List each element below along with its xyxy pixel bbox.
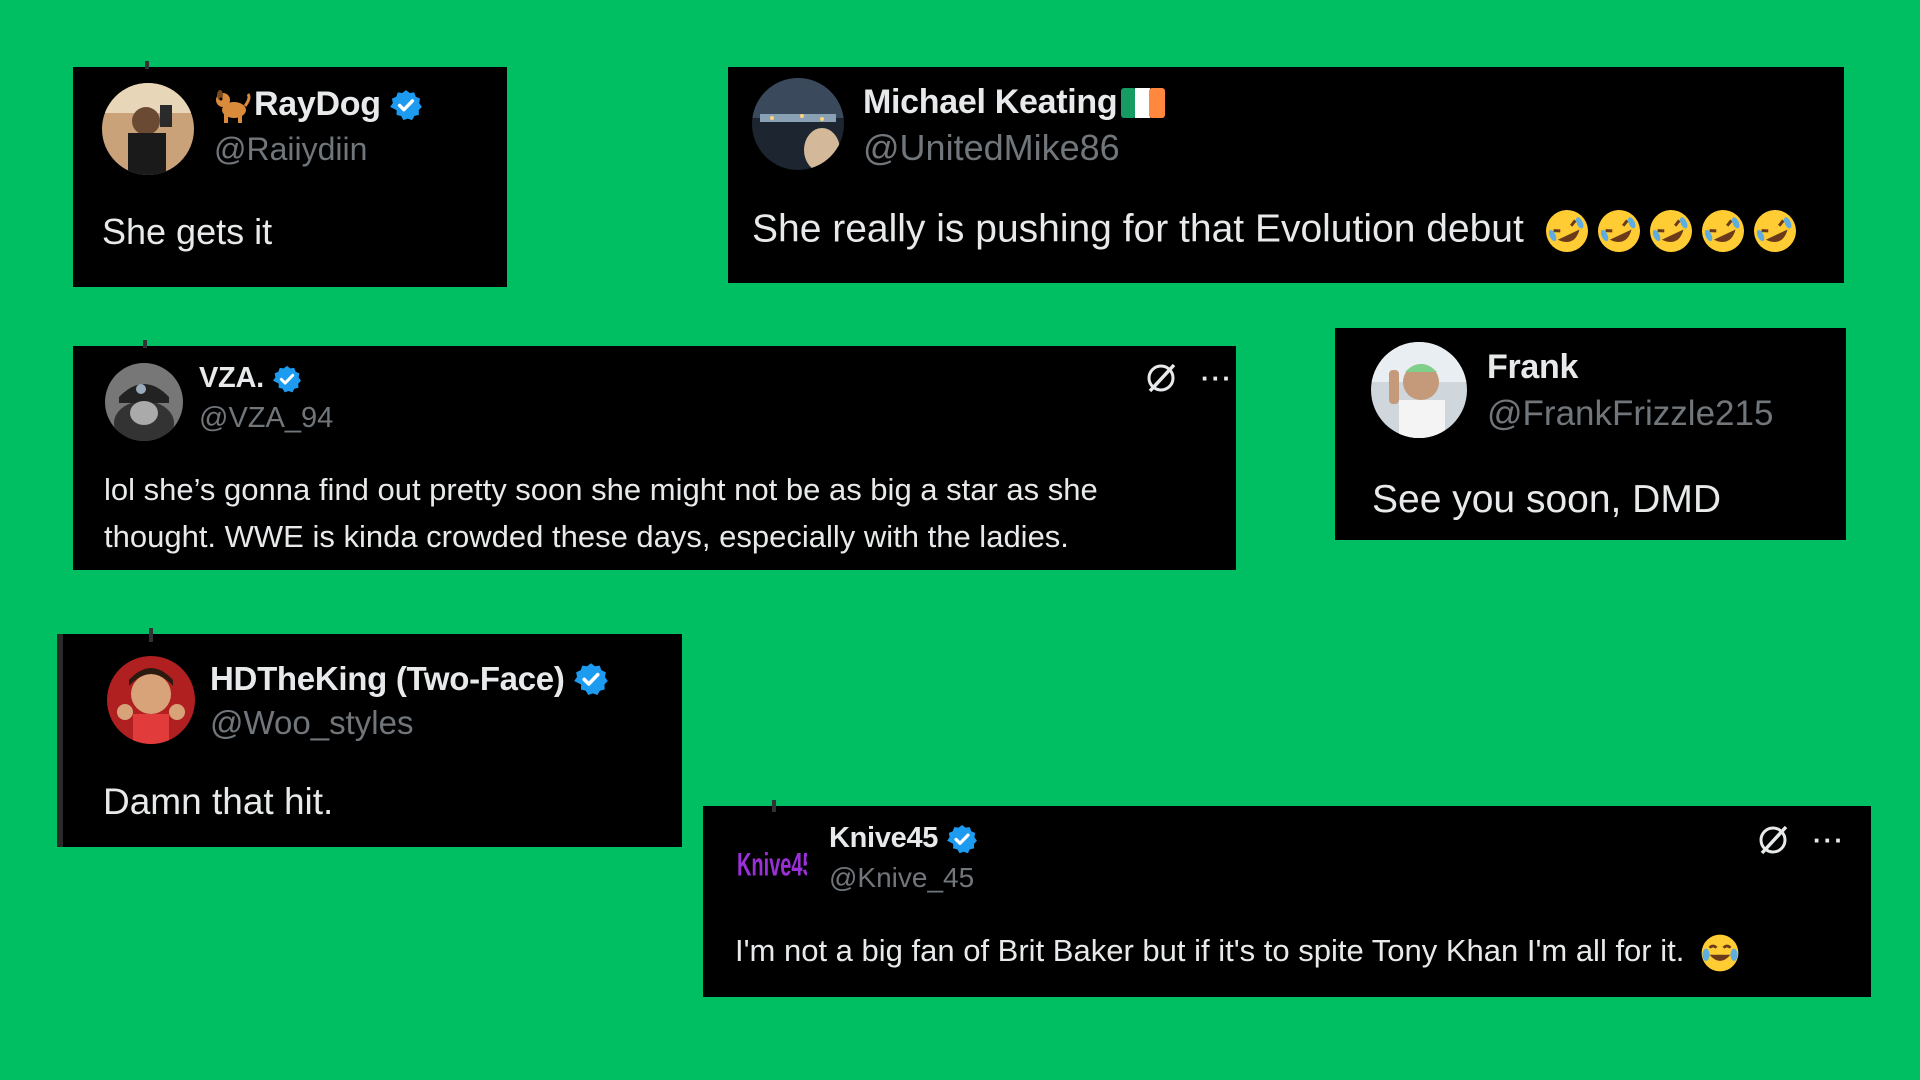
avatar-image — [107, 656, 195, 744]
display-name-text: RayDog — [254, 85, 381, 123]
tweet-card-knive45[interactable]: Knive45 Knive45 @Knive_45 ··· I'm not a … — [703, 800, 1871, 997]
tweet-text-content: She really is pushing for that Evolution… — [752, 207, 1524, 251]
avatar-image — [105, 363, 183, 441]
avatar[interactable] — [107, 656, 195, 744]
avatar-text: Knive45 — [737, 847, 807, 883]
thread-line — [145, 61, 149, 69]
tweet-text-line-2: thought. WWE is kinda crowded these days… — [104, 519, 1069, 554]
tweet-card-hdtheking[interactable]: HDTheKing (Two-Face) @Woo_styles Damn th… — [57, 628, 682, 847]
tweet-text: She gets it — [102, 211, 273, 252]
rofl-emoji-row — [1543, 207, 1799, 255]
thread-line — [772, 800, 776, 812]
avatar[interactable] — [752, 78, 844, 170]
rofl-emoji-icon — [1545, 210, 1588, 252]
tweet-actions: ··· — [1143, 360, 1233, 396]
display-name[interactable]: Frank — [1487, 348, 1578, 387]
avatar-image — [752, 78, 844, 170]
user-handle[interactable]: @UnitedMike86 — [863, 127, 1120, 169]
avatar-image: Knive45 — [735, 826, 807, 898]
display-name[interactable]: Knive45 — [829, 822, 978, 855]
display-name-text: Michael Keating — [863, 83, 1118, 121]
thread-line — [143, 340, 147, 348]
display-name[interactable]: RayDog — [214, 85, 423, 124]
avatar[interactable]: Knive45 — [735, 826, 807, 898]
thread-line — [149, 628, 153, 642]
tweet-actions: ··· — [1755, 822, 1845, 858]
tears-of-joy-emoji-icon — [1701, 934, 1739, 972]
avatar-image — [102, 83, 194, 175]
more-options-icon[interactable]: ··· — [1813, 827, 1845, 853]
tweet-card-raydog[interactable]: RayDog @Raiiydiin She gets it — [73, 61, 507, 287]
tweet-text-content: I'm not a big fan of Brit Baker but if i… — [735, 933, 1685, 969]
more-options-icon[interactable]: ··· — [1201, 365, 1233, 391]
tweet-card-michael-keating[interactable]: Michael Keating @UnitedMike86 She really… — [728, 67, 1844, 283]
grok-icon[interactable] — [1143, 360, 1179, 396]
avatar[interactable] — [1371, 342, 1467, 438]
display-name-text: Knive45 — [829, 822, 939, 854]
avatar-image — [1371, 342, 1467, 438]
user-handle[interactable]: @FrankFrizzle215 — [1487, 394, 1773, 434]
user-handle[interactable]: @Woo_styles — [210, 704, 413, 742]
ireland-flag-icon — [1121, 87, 1166, 118]
tweet-text: See you soon, DMD — [1372, 478, 1722, 521]
display-name-text: HDTheKing (Two-Face) — [210, 660, 565, 697]
tweet-text: Damn that hit. — [103, 781, 334, 822]
user-handle[interactable]: @VZA_94 — [199, 402, 333, 435]
verified-badge-icon — [946, 823, 978, 855]
verified-badge-icon — [573, 661, 609, 697]
avatar[interactable] — [102, 83, 194, 175]
rofl-emoji-icon — [1597, 210, 1640, 252]
display-name[interactable]: Michael Keating — [863, 83, 1166, 122]
tweet-text: I'm not a big fan of Brit Baker but if i… — [735, 932, 1741, 974]
rofl-emoji-icon — [1753, 210, 1796, 252]
rofl-emoji-icon — [1649, 210, 1692, 252]
user-handle[interactable]: @Knive_45 — [829, 862, 974, 894]
tweet-text-line-1: lol she’s gonna find out pretty soon she… — [104, 472, 1098, 507]
tweet-card-vza[interactable]: VZA. @VZA_94 ··· lol she’s gonna find ou… — [73, 340, 1236, 570]
tweet-text: She really is pushing for that Evolution… — [752, 207, 1799, 255]
avatar[interactable] — [105, 363, 183, 441]
display-name-text: VZA. — [199, 362, 264, 394]
display-name[interactable]: VZA. — [199, 362, 302, 395]
tweet-card-frank[interactable]: Frank @FrankFrizzle215 See you soon, DMD — [1335, 328, 1846, 540]
rofl-emoji-icon — [1701, 210, 1744, 252]
display-name[interactable]: HDTheKing (Two-Face) — [210, 660, 609, 698]
verified-badge-icon — [389, 88, 423, 122]
dog-emoji-icon — [216, 89, 251, 123]
user-handle[interactable]: @Raiiydiin — [214, 131, 367, 168]
grok-icon[interactable] — [1755, 822, 1791, 858]
verified-badge-icon — [272, 364, 302, 394]
